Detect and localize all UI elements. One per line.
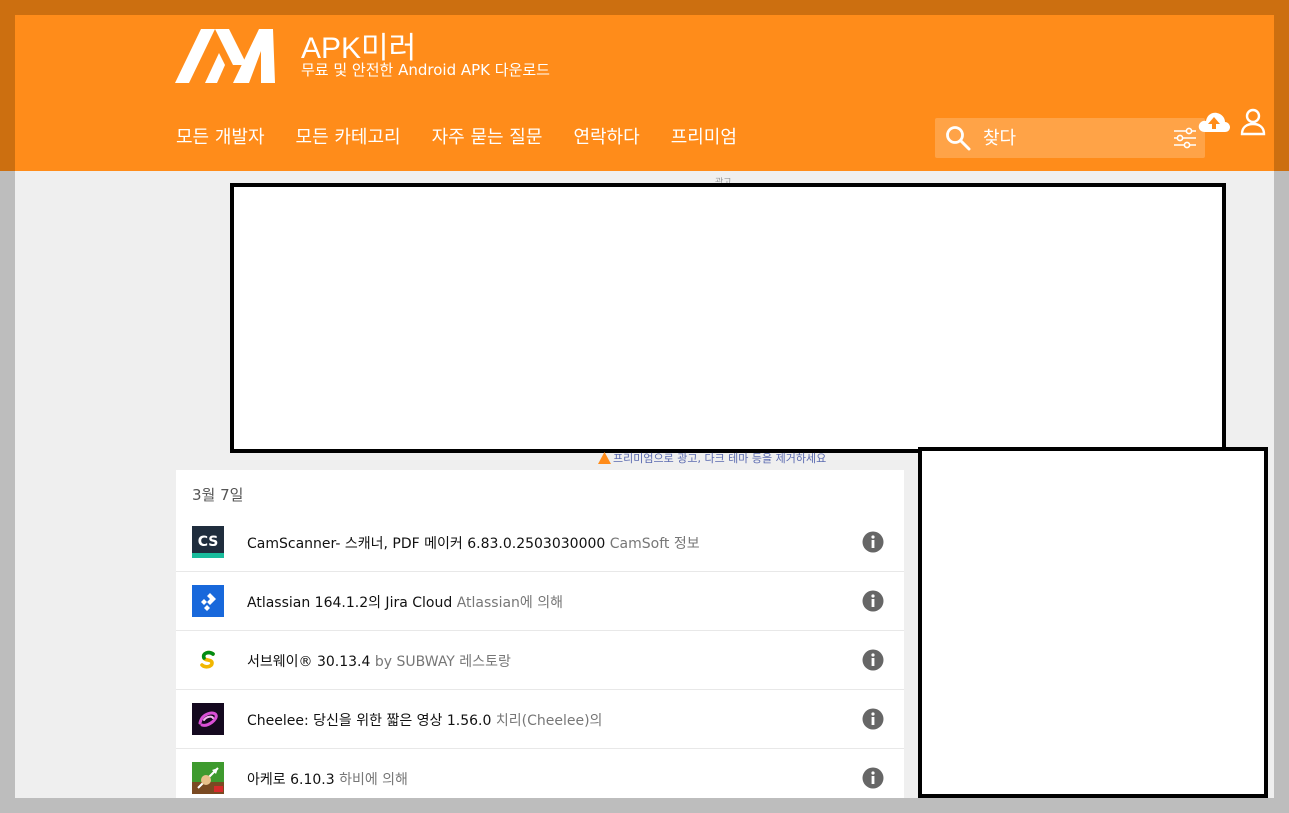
list-item[interactable]: Cheelee: 당신을 위한 짧은 영상 1.56.0 치리(Cheelee)… — [176, 690, 904, 749]
archero-icon[interactable] — [192, 762, 224, 794]
app-developer: CamSoft 정보 — [609, 536, 700, 552]
sidebar-ad[interactable] — [918, 447, 1268, 798]
nav-premium[interactable]: 프리미엄 — [671, 123, 737, 149]
list-item[interactable]: 아케로 6.10.3 하비에 의해 — [176, 749, 904, 798]
list-item-text[interactable]: 서브웨이® 30.13.4 by SUBWAY 레스토랑 — [247, 651, 511, 671]
cheelee-icon[interactable] — [192, 703, 224, 735]
app-name[interactable]: 서브웨이® 30.13.4 — [247, 654, 370, 670]
app-developer: 치리(Cheelee)의 — [495, 713, 603, 729]
site-subtitle: 무료 및 안전한 Android APK 다운로드 — [301, 61, 550, 79]
apkmirror-small-logo-icon — [598, 452, 611, 464]
list-item[interactable]: CS CamScanner- 스캐너, PDF 메이커 6.83.0.25030… — [176, 513, 904, 572]
site-header: APK미러 무료 및 안전한 Android APK 다운로드 모든 개발자 모… — [15, 15, 1274, 171]
app-developer: 하비에 의해 — [339, 772, 408, 788]
search-input[interactable] — [983, 123, 1163, 153]
list-item-text[interactable]: Atlassian 164.1.2의 Jira Cloud Atlassian에… — [247, 592, 563, 612]
app-name[interactable]: Atlassian 164.1.2의 Jira Cloud — [247, 595, 452, 611]
info-icon[interactable] — [862, 649, 884, 671]
svg-text:CS: CS — [198, 534, 219, 550]
upload-cloud-icon[interactable] — [1197, 108, 1231, 136]
app-name[interactable]: CamScanner- 스캐너, PDF 메이커 6.83.0.25030300… — [247, 536, 605, 552]
info-icon[interactable] — [862, 590, 884, 612]
premium-note[interactable]: 프리미엄으로 광고, 다크 테마 등을 제거하세요 — [598, 450, 826, 466]
list-date-heading: 3월 7일 — [192, 486, 244, 504]
jira-icon[interactable] — [192, 585, 224, 617]
premium-note-text[interactable]: 프리미엄으로 광고, 다크 테마 등을 제거하세요 — [613, 450, 826, 466]
list-item[interactable]: Atlassian 164.1.2의 Jira Cloud Atlassian에… — [176, 572, 904, 631]
user-account-icon[interactable] — [1240, 108, 1266, 136]
list-item[interactable]: 서브웨이® 30.13.4 by SUBWAY 레스토랑 — [176, 631, 904, 690]
app-name[interactable]: 아케로 6.10.3 — [247, 772, 335, 788]
list-item-text[interactable]: CamScanner- 스캐너, PDF 메이커 6.83.0.25030300… — [247, 533, 700, 553]
info-icon[interactable] — [862, 708, 884, 730]
nav-all-categories[interactable]: 모든 카테고리 — [296, 123, 401, 149]
search-icon[interactable] — [945, 125, 971, 151]
nav-faq[interactable]: 자주 묻는 질문 — [432, 123, 543, 149]
filter-sliders-icon[interactable] — [1173, 127, 1197, 149]
nav-contact[interactable]: 연락하다 — [573, 123, 639, 149]
nav-all-developers[interactable]: 모든 개발자 — [176, 123, 265, 149]
app-developer: by SUBWAY 레스토랑 — [374, 654, 511, 670]
info-icon[interactable] — [862, 767, 884, 789]
app-developer: Atlassian에 의해 — [456, 595, 563, 611]
subway-icon[interactable] — [192, 644, 224, 676]
app-list: CS CamScanner- 스캐너, PDF 메이커 6.83.0.25030… — [176, 513, 904, 798]
main-nav: 모든 개발자 모든 카테고리 자주 묻는 질문 연락하다 프리미엄 — [176, 123, 737, 149]
app-name[interactable]: Cheelee: 당신을 위한 짧은 영상 1.56.0 — [247, 713, 491, 729]
camscanner-icon[interactable]: CS — [192, 526, 224, 558]
list-item-text[interactable]: 아케로 6.10.3 하비에 의해 — [247, 769, 408, 789]
latest-uploads-card: 3월 7일 CS CamScanner- 스캐너, PDF 메이커 6.83.0… — [176, 470, 904, 798]
info-icon[interactable] — [862, 531, 884, 553]
ad-banner[interactable] — [230, 183, 1226, 453]
apkmirror-logo-icon[interactable] — [175, 29, 275, 83]
search-box — [935, 118, 1205, 158]
list-item-text[interactable]: Cheelee: 당신을 위한 짧은 영상 1.56.0 치리(Cheelee)… — [247, 710, 602, 730]
